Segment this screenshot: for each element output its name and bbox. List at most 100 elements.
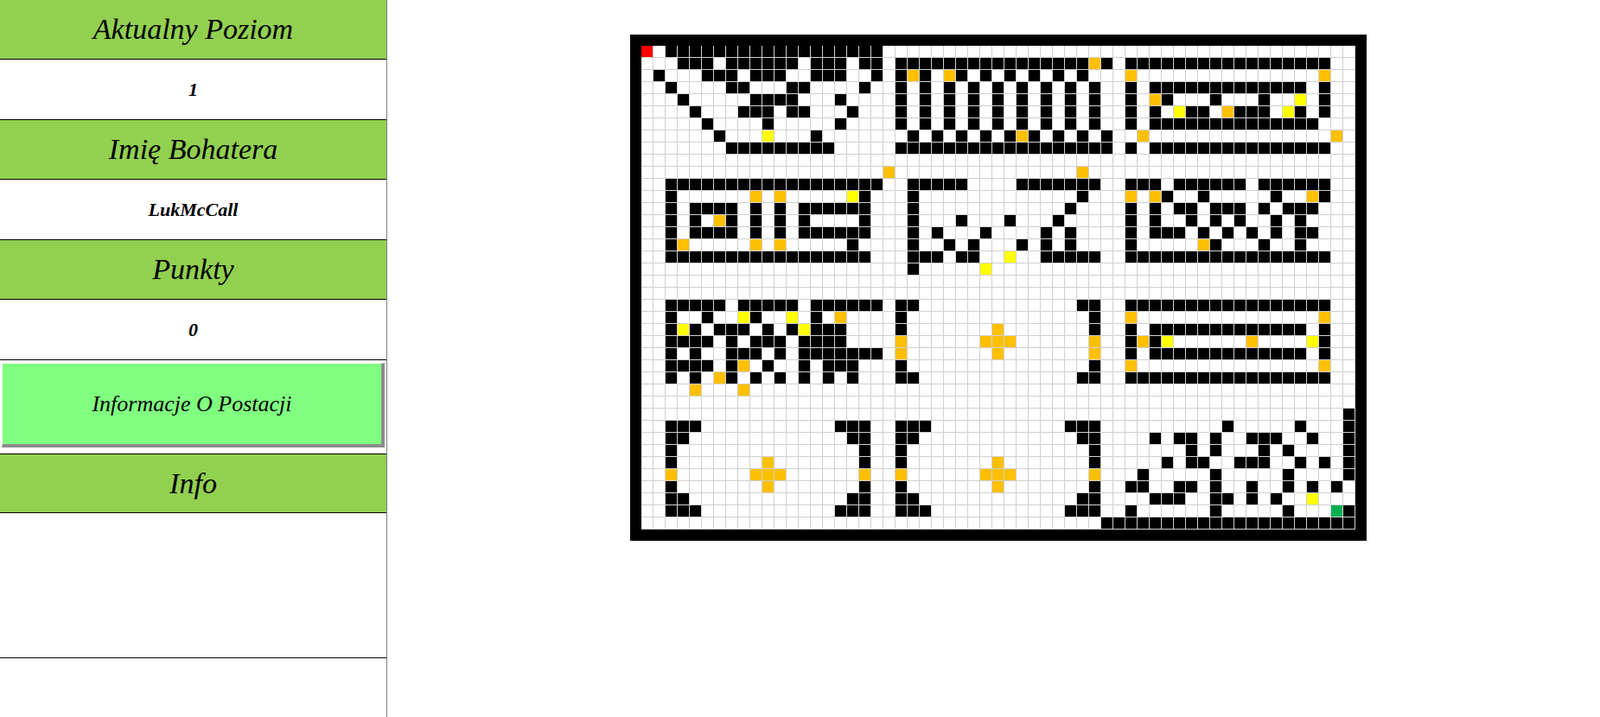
maze-wall-cell — [726, 348, 739, 361]
maze-wall-cell — [726, 142, 739, 155]
maze-wall-cell — [1040, 239, 1053, 252]
maze-empty-cell — [1222, 215, 1235, 228]
maze-empty-cell — [1343, 312, 1356, 325]
maze-empty-cell — [1222, 396, 1235, 409]
maze-empty-cell — [859, 360, 872, 373]
maze-empty-cell — [956, 312, 969, 325]
maze-wall-cell — [1125, 299, 1138, 313]
maze-wall-cell — [810, 203, 823, 216]
maze-row — [641, 142, 1356, 155]
maze-empty-cell — [750, 420, 763, 434]
maze-empty-cell — [762, 215, 775, 228]
maze-empty-cell — [701, 287, 714, 300]
maze-empty-cell — [1137, 118, 1150, 131]
maze-empty-cell — [980, 312, 993, 325]
maze-empty-cell — [871, 263, 884, 276]
maze-empty-cell — [968, 384, 981, 397]
maze-wall-cell — [713, 70, 727, 83]
maze-wall-cell — [1149, 348, 1162, 361]
maze-empty-cell — [1064, 299, 1078, 313]
maze-empty-cell — [1101, 275, 1114, 288]
maze-empty-cell — [786, 215, 799, 228]
maze-empty-cell — [847, 142, 860, 155]
maze-wall-cell — [1064, 118, 1078, 131]
maze-wall-cell — [931, 142, 944, 155]
maze-wall-cell — [1319, 348, 1332, 361]
maze-empty-cell — [1137, 203, 1150, 216]
maze-empty-cell — [1258, 420, 1271, 434]
maze-empty-cell — [1331, 408, 1344, 421]
maze-row — [641, 420, 1356, 434]
maze-empty-cell — [1234, 70, 1247, 83]
maze-wall-cell — [895, 70, 908, 83]
maze-wall-cell — [835, 299, 848, 313]
maze-empty-cell — [907, 348, 920, 361]
maze-wall-cell — [665, 420, 678, 434]
maze-empty-cell — [786, 239, 799, 252]
maze-wall-cell — [895, 142, 908, 155]
maze-empty-cell — [1343, 130, 1356, 143]
maze-wall-cell — [1173, 82, 1186, 95]
maze-empty-cell — [992, 360, 1005, 373]
maze-empty-cell — [762, 396, 775, 409]
maze-wall-cell — [701, 45, 714, 58]
maze-empty-cell — [1343, 142, 1356, 155]
maze-empty-cell — [859, 287, 872, 300]
maze-empty-cell — [1258, 154, 1271, 167]
maze-wall-cell — [1198, 251, 1211, 264]
maze-wall-cell — [665, 299, 678, 313]
maze-empty-cell — [1173, 191, 1186, 204]
maze-wall-cell — [931, 251, 944, 264]
maze-empty-cell — [1028, 324, 1041, 337]
maze-empty-cell — [1137, 106, 1150, 119]
maze-empty-cell — [1052, 420, 1065, 434]
maze-empty-cell — [1125, 45, 1138, 58]
maze-empty-cell — [1343, 215, 1356, 228]
maze-wall-cell — [1258, 324, 1271, 337]
maze-empty-cell — [1004, 191, 1017, 204]
maze-wall-cell — [943, 239, 957, 252]
maze-empty-cell — [653, 372, 666, 385]
maze-empty-cell — [1064, 312, 1078, 325]
maze-empty-cell — [1149, 70, 1162, 83]
maze-empty-cell — [1101, 178, 1114, 192]
maze-empty-cell — [641, 275, 654, 288]
maze-wall-cell — [726, 360, 739, 373]
maze-wall-cell — [956, 251, 969, 264]
maze-wall-cell — [895, 433, 908, 446]
maze-empty-cell — [701, 420, 714, 434]
maze-empty-cell — [943, 348, 957, 361]
maze-empty-cell — [738, 396, 751, 409]
maze-empty-cell — [689, 263, 702, 276]
character-info-button[interactable]: Informacje O Postacji — [1, 363, 385, 448]
maze-wall-cell — [1306, 299, 1320, 313]
maze-empty-cell — [1185, 166, 1199, 179]
maze-wall-cell — [1234, 348, 1247, 361]
maze-empty-cell — [774, 263, 787, 276]
maze-empty-cell — [689, 287, 702, 300]
maze-empty-cell — [726, 130, 739, 143]
maze-empty-cell — [1113, 203, 1126, 216]
maze-empty-cell — [895, 251, 908, 264]
maze-empty-cell — [653, 106, 666, 119]
maze-empty-cell — [1331, 70, 1344, 83]
maze-empty-cell — [883, 203, 896, 216]
maze-wall-cell — [1185, 57, 1199, 71]
maze-wall-cell — [895, 372, 908, 385]
maze-wall-cell — [1125, 118, 1138, 131]
maze-wall-cell — [907, 227, 920, 240]
maze-wall-cell — [1101, 130, 1114, 143]
maze-empty-cell — [713, 142, 727, 155]
maze-empty-cell — [1173, 408, 1186, 421]
maze-empty-cell — [713, 275, 727, 288]
maze-empty-cell — [1028, 275, 1041, 288]
maze-empty-cell — [1306, 70, 1320, 83]
maze-wall-cell — [1246, 118, 1259, 131]
maze-empty-cell — [1052, 106, 1065, 119]
maze-empty-cell — [1270, 336, 1283, 349]
maze-coin-cell — [1319, 312, 1332, 325]
button-label[interactable]: Informacje O Postacji — [91, 393, 292, 416]
maze-wall-cell — [1173, 251, 1186, 264]
maze-empty-cell — [871, 420, 884, 434]
maze-wall-cell — [859, 57, 872, 71]
